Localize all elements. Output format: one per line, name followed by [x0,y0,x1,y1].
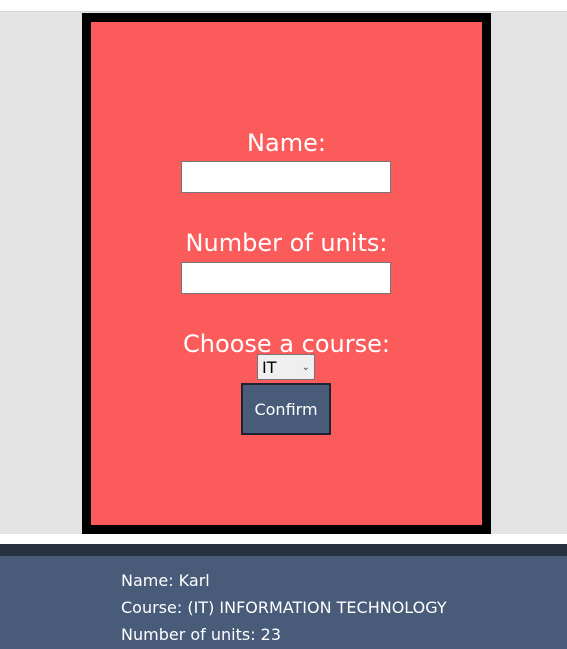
chevron-down-icon: ⌄ [301,361,310,373]
result-units: Number of units: 23 [121,625,282,644]
course-select-value: IT [262,357,277,377]
units-input[interactable] [181,262,391,294]
units-label: Number of units: [185,229,388,257]
top-strip [0,0,567,12]
form-panel: Name: Number of units: Choose a course: … [91,22,482,525]
divider-strip [0,534,567,544]
result-panel: Name: Karl Course: (IT) INFORMATION TECH… [0,544,567,649]
course-select[interactable]: IT ⌄ [257,354,315,380]
name-input[interactable] [181,161,391,193]
result-name: Name: Karl [121,571,210,590]
confirm-button[interactable]: Confirm [241,383,331,435]
result-course: Course: (IT) INFORMATION TECHNOLOGY [121,598,447,617]
form-card: Name: Number of units: Choose a course: … [82,13,491,534]
name-label: Name: [247,129,326,157]
